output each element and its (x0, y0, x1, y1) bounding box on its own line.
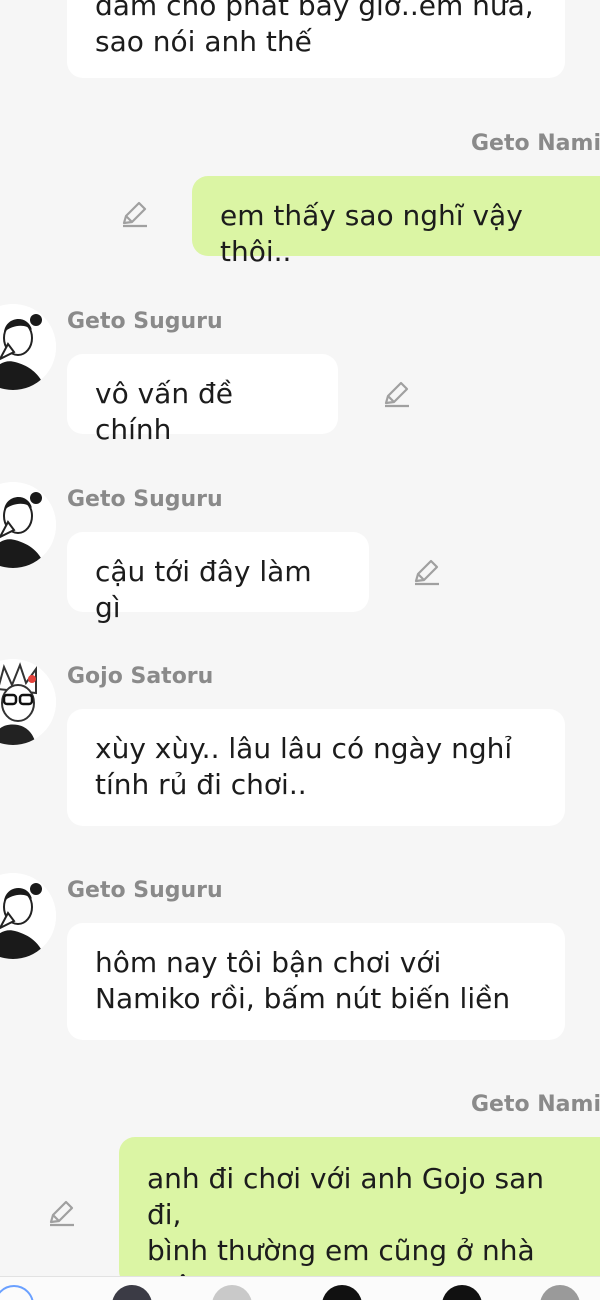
message-bubble: đám cho phát bây giờ..em nữa, sao nói an… (67, 0, 565, 78)
avatar[interactable] (212, 1285, 252, 1300)
message-bubble: hôm nay tôi bận chơi với Namiko rồi, bấm… (67, 923, 565, 1040)
sender-name: Gojo Satoru (67, 664, 214, 689)
pencil-icon[interactable] (411, 557, 441, 587)
avatar[interactable] (0, 659, 56, 745)
message-bubble-outgoing: em thấy sao nghĩ vậy thôi.. (192, 176, 600, 268)
sender-name: Geto Namik (471, 131, 600, 156)
pencil-icon[interactable] (46, 1198, 76, 1228)
sender-name: Geto Namik (471, 1092, 600, 1117)
pencil-icon[interactable] (381, 379, 411, 409)
message-bubble: xùy xùy.. lâu lâu có ngày nghỉ tính rủ đ… (67, 709, 565, 826)
avatar[interactable] (112, 1285, 152, 1300)
pencil-icon[interactable] (119, 199, 149, 229)
sender-name: Geto Suguru (67, 309, 223, 334)
avatar[interactable] (0, 1285, 34, 1300)
sender-name: Geto Suguru (67, 878, 223, 903)
sender-name: Geto Suguru (67, 487, 223, 512)
message-bubble-outgoing: anh đi chơi với anh Gojo san đi, bình th… (119, 1137, 600, 1300)
avatar[interactable] (442, 1285, 482, 1300)
avatar[interactable] (0, 873, 56, 959)
character-selector-bar[interactable] (0, 1276, 600, 1300)
message-bubble: vô vấn đề chính (67, 354, 338, 446)
chat-message-list[interactable]: đám cho phát bây giờ..em nữa, sao nói an… (0, 0, 600, 1300)
avatar[interactable] (0, 304, 56, 390)
avatar[interactable] (540, 1285, 580, 1300)
avatar[interactable] (322, 1285, 362, 1300)
avatar[interactable] (0, 482, 56, 568)
message-bubble: cậu tới đây làm gì (67, 532, 369, 624)
